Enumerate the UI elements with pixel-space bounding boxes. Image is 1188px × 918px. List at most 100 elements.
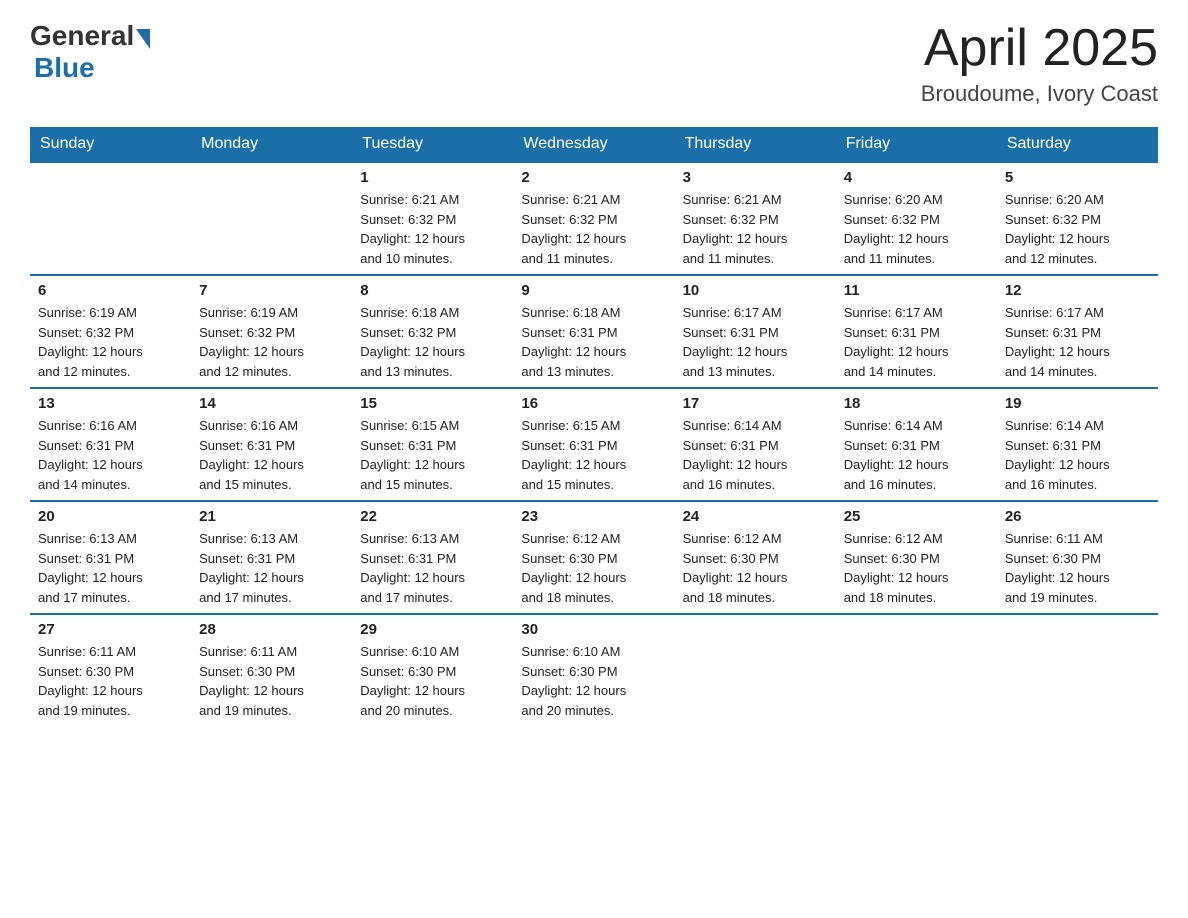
day-info-line: Daylight: 12 hours — [521, 681, 666, 701]
day-cell: 20Sunrise: 6:13 AMSunset: 6:31 PMDayligh… — [30, 501, 191, 614]
day-info-line: Daylight: 12 hours — [199, 455, 344, 475]
day-info-line: Sunset: 6:30 PM — [199, 662, 344, 682]
day-cell: 5Sunrise: 6:20 AMSunset: 6:32 PMDaylight… — [997, 162, 1158, 275]
day-info-line: Sunrise: 6:14 AM — [844, 416, 989, 436]
day-info-line: Daylight: 12 hours — [1005, 229, 1150, 249]
day-number: 28 — [199, 621, 344, 638]
day-cell: 30Sunrise: 6:10 AMSunset: 6:30 PMDayligh… — [513, 614, 674, 726]
day-cell: 23Sunrise: 6:12 AMSunset: 6:30 PMDayligh… — [513, 501, 674, 614]
day-info-line: Daylight: 12 hours — [360, 568, 505, 588]
day-info-line: Sunrise: 6:14 AM — [1005, 416, 1150, 436]
day-info-line: Sunset: 6:32 PM — [38, 323, 183, 343]
day-info-line: and 19 minutes. — [199, 701, 344, 721]
day-cell: 6Sunrise: 6:19 AMSunset: 6:32 PMDaylight… — [30, 275, 191, 388]
day-info-line: Sunrise: 6:19 AM — [38, 303, 183, 323]
day-info-line: and 17 minutes. — [38, 588, 183, 608]
day-info-line: and 16 minutes. — [844, 475, 989, 495]
header-cell-monday: Monday — [191, 127, 352, 162]
day-info-line: and 17 minutes. — [199, 588, 344, 608]
day-number: 13 — [38, 395, 183, 412]
day-info-line: and 20 minutes. — [360, 701, 505, 721]
day-number: 25 — [844, 508, 989, 525]
day-number: 12 — [1005, 282, 1150, 299]
day-info-line: Sunrise: 6:10 AM — [360, 642, 505, 662]
day-cell: 9Sunrise: 6:18 AMSunset: 6:31 PMDaylight… — [513, 275, 674, 388]
day-number: 10 — [683, 282, 828, 299]
day-info-line: Daylight: 12 hours — [38, 681, 183, 701]
day-info-line: and 16 minutes. — [683, 475, 828, 495]
day-info-line: Sunset: 6:31 PM — [521, 436, 666, 456]
header-row: SundayMondayTuesdayWednesdayThursdayFrid… — [30, 127, 1158, 162]
day-info-line: Sunrise: 6:17 AM — [844, 303, 989, 323]
day-number: 21 — [199, 508, 344, 525]
day-info-line: Sunset: 6:32 PM — [844, 210, 989, 230]
day-info-line: Sunrise: 6:16 AM — [199, 416, 344, 436]
day-info-line: and 13 minutes. — [683, 362, 828, 382]
day-info-line: Sunset: 6:31 PM — [683, 436, 828, 456]
day-info-line: Daylight: 12 hours — [521, 455, 666, 475]
day-info-line: Daylight: 12 hours — [1005, 568, 1150, 588]
day-info-line: and 18 minutes. — [521, 588, 666, 608]
day-cell: 12Sunrise: 6:17 AMSunset: 6:31 PMDayligh… — [997, 275, 1158, 388]
day-info-line: Daylight: 12 hours — [844, 229, 989, 249]
day-info-line: Daylight: 12 hours — [683, 342, 828, 362]
day-info-line: Sunset: 6:31 PM — [844, 323, 989, 343]
day-info-line: Sunrise: 6:21 AM — [683, 190, 828, 210]
day-info-line: and 10 minutes. — [360, 249, 505, 269]
day-number: 6 — [38, 282, 183, 299]
day-info-line: Daylight: 12 hours — [683, 229, 828, 249]
day-cell: 19Sunrise: 6:14 AMSunset: 6:31 PMDayligh… — [997, 388, 1158, 501]
day-cell: 18Sunrise: 6:14 AMSunset: 6:31 PMDayligh… — [836, 388, 997, 501]
day-info-line: Daylight: 12 hours — [1005, 342, 1150, 362]
day-cell: 21Sunrise: 6:13 AMSunset: 6:31 PMDayligh… — [191, 501, 352, 614]
day-cell: 13Sunrise: 6:16 AMSunset: 6:31 PMDayligh… — [30, 388, 191, 501]
day-number: 20 — [38, 508, 183, 525]
day-info-line: Sunset: 6:30 PM — [521, 549, 666, 569]
day-info-line: Daylight: 12 hours — [844, 342, 989, 362]
day-info-line: Sunrise: 6:18 AM — [521, 303, 666, 323]
day-info-line: Sunset: 6:30 PM — [1005, 549, 1150, 569]
day-info-line: and 15 minutes. — [360, 475, 505, 495]
calendar-title: April 2025 — [921, 20, 1158, 77]
logo: General Blue — [30, 20, 150, 84]
day-info-line: and 11 minutes. — [844, 249, 989, 269]
day-number: 29 — [360, 621, 505, 638]
day-cell — [675, 614, 836, 726]
header-cell-wednesday: Wednesday — [513, 127, 674, 162]
day-info-line: Sunset: 6:32 PM — [521, 210, 666, 230]
header-cell-saturday: Saturday — [997, 127, 1158, 162]
day-info-line: Daylight: 12 hours — [844, 455, 989, 475]
day-info-line: and 15 minutes. — [199, 475, 344, 495]
day-info-line: Daylight: 12 hours — [199, 568, 344, 588]
day-cell — [191, 162, 352, 275]
day-info-line: Daylight: 12 hours — [360, 681, 505, 701]
day-cell: 24Sunrise: 6:12 AMSunset: 6:30 PMDayligh… — [675, 501, 836, 614]
day-number: 23 — [521, 508, 666, 525]
day-number: 16 — [521, 395, 666, 412]
day-info-line: Sunset: 6:32 PM — [1005, 210, 1150, 230]
day-info-line: and 12 minutes. — [199, 362, 344, 382]
day-info-line: Daylight: 12 hours — [683, 568, 828, 588]
header-cell-friday: Friday — [836, 127, 997, 162]
day-info-line: Daylight: 12 hours — [360, 455, 505, 475]
day-cell: 22Sunrise: 6:13 AMSunset: 6:31 PMDayligh… — [352, 501, 513, 614]
day-cell: 11Sunrise: 6:17 AMSunset: 6:31 PMDayligh… — [836, 275, 997, 388]
day-cell: 27Sunrise: 6:11 AMSunset: 6:30 PMDayligh… — [30, 614, 191, 726]
day-info-line: and 14 minutes. — [1005, 362, 1150, 382]
day-info-line: Daylight: 12 hours — [360, 229, 505, 249]
day-info-line: Sunset: 6:31 PM — [199, 549, 344, 569]
day-info-line: Daylight: 12 hours — [199, 681, 344, 701]
day-number: 19 — [1005, 395, 1150, 412]
day-info-line: Sunset: 6:31 PM — [521, 323, 666, 343]
day-info-line: Sunrise: 6:13 AM — [38, 529, 183, 549]
day-number: 26 — [1005, 508, 1150, 525]
day-info-line: and 19 minutes. — [1005, 588, 1150, 608]
header-cell-tuesday: Tuesday — [352, 127, 513, 162]
day-info-line: Daylight: 12 hours — [683, 455, 828, 475]
title-block: April 2025 Broudoume, Ivory Coast — [921, 20, 1158, 107]
day-info-line: Sunset: 6:30 PM — [521, 662, 666, 682]
day-info-line: and 11 minutes. — [521, 249, 666, 269]
day-cell: 14Sunrise: 6:16 AMSunset: 6:31 PMDayligh… — [191, 388, 352, 501]
day-info-line: Sunrise: 6:20 AM — [844, 190, 989, 210]
day-info-line: Sunrise: 6:14 AM — [683, 416, 828, 436]
